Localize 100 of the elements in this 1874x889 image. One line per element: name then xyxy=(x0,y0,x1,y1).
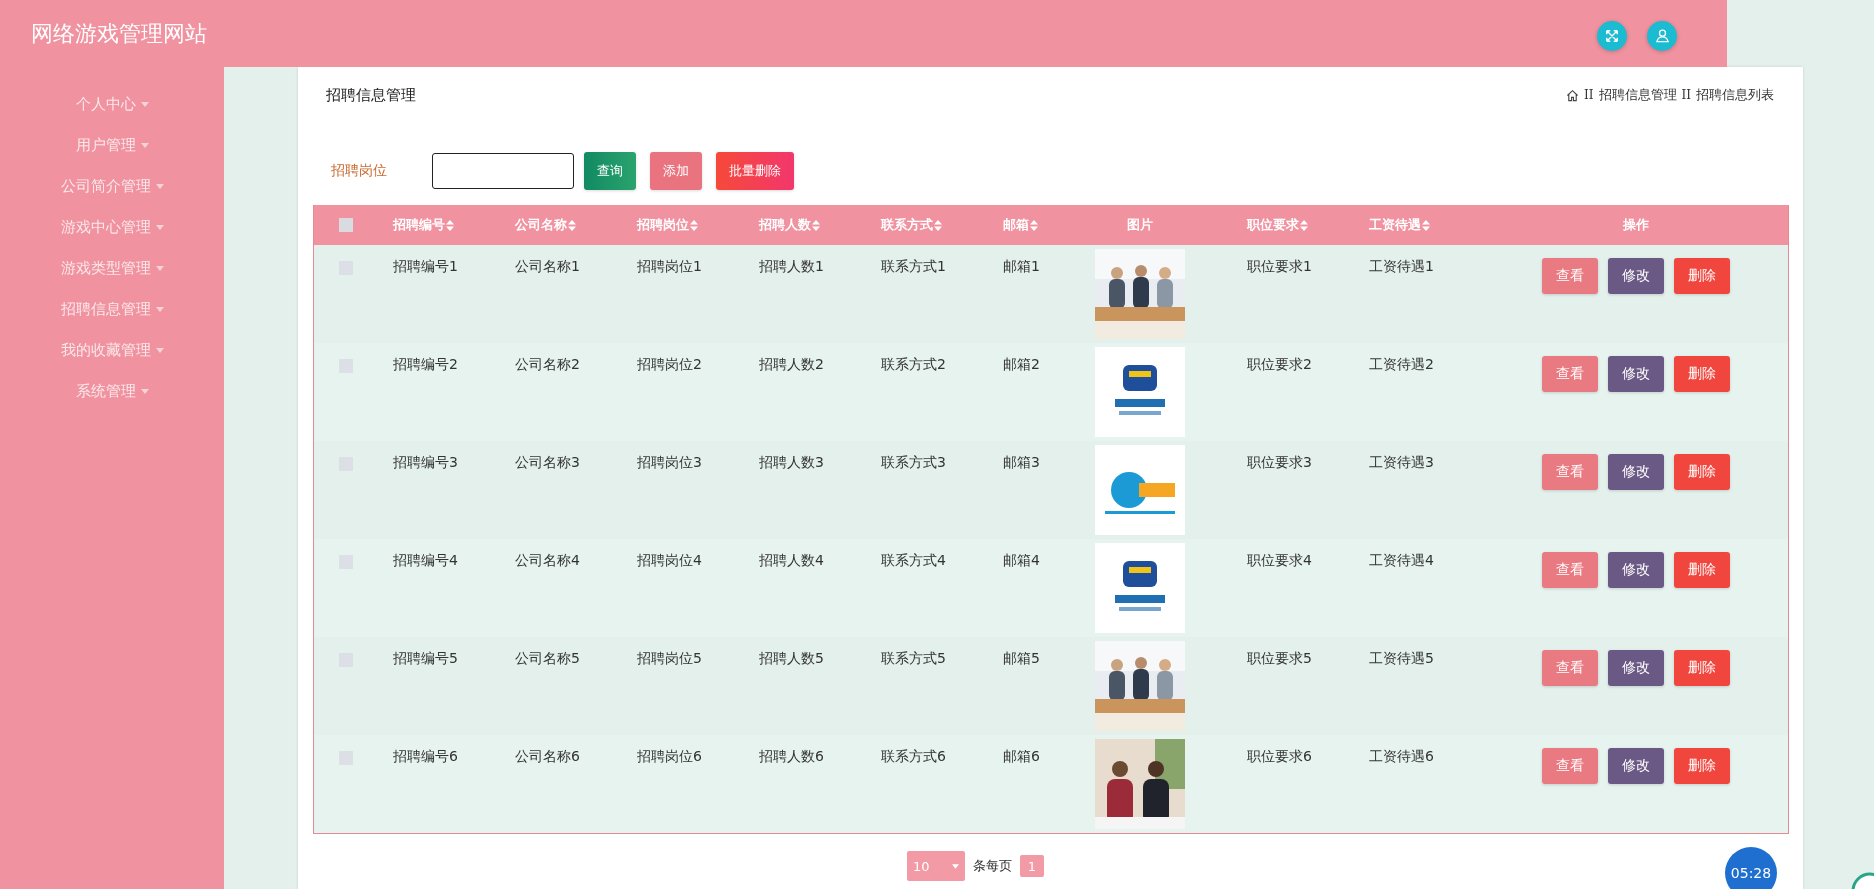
table-cell: 邮箱4 xyxy=(1003,552,1040,568)
page-size-label: 条每页 xyxy=(973,857,1012,875)
table-cell: 联系方式5 xyxy=(881,650,946,666)
row-action-button[interactable]: 修改 xyxy=(1607,552,1664,588)
row-action-button[interactable]: 查看 xyxy=(1541,650,1598,686)
table-cell: 招聘编号3 xyxy=(393,454,458,470)
breadcrumb-link[interactable]: 招聘信息列表 xyxy=(1696,86,1774,104)
sidebar-item[interactable]: 游戏类型管理 xyxy=(60,253,164,284)
table-cell: 招聘岗位5 xyxy=(637,650,702,666)
column-header[interactable]: 公司名称 xyxy=(515,216,576,234)
page-size-select[interactable]: 10 xyxy=(907,851,965,881)
row-action-button[interactable]: 删除 xyxy=(1673,748,1730,784)
table-cell: 工资待遇3 xyxy=(1369,454,1434,470)
sidebar-item[interactable]: 系统管理 xyxy=(75,376,149,407)
sort-icon[interactable] xyxy=(1300,219,1308,231)
row-action-button[interactable]: 修改 xyxy=(1607,454,1664,490)
search-field[interactable] xyxy=(432,153,574,189)
table-cell: 联系方式2 xyxy=(881,356,946,372)
row-action-button[interactable]: 删除 xyxy=(1673,356,1730,392)
table-cell: 工资待遇5 xyxy=(1369,650,1434,666)
table-cell: 邮箱2 xyxy=(1003,356,1040,372)
caret-icon xyxy=(140,143,149,148)
table-cell: 招聘岗位3 xyxy=(637,454,702,470)
row-action-button[interactable]: 修改 xyxy=(1607,356,1664,392)
table-cell: 工资待遇4 xyxy=(1369,552,1434,568)
table-cell: 公司名称2 xyxy=(515,356,580,372)
sidebar-item[interactable]: 个人中心 xyxy=(75,89,149,120)
sort-icon[interactable] xyxy=(812,219,820,231)
table-cell: 招聘人数5 xyxy=(759,650,824,666)
table-cell: 工资待遇6 xyxy=(1369,748,1434,764)
table-cell: 招聘人数6 xyxy=(759,748,824,764)
row-action-button[interactable]: 修改 xyxy=(1607,650,1664,686)
column-header[interactable]: 招聘编号 xyxy=(393,216,454,234)
table-cell: 联系方式6 xyxy=(881,748,946,764)
column-header[interactable]: 招聘岗位 xyxy=(637,216,698,234)
row-action-button[interactable]: 删除 xyxy=(1673,552,1730,588)
toolbar-button[interactable]: 批量删除 xyxy=(716,152,794,190)
table-cell: 招聘岗位1 xyxy=(637,258,702,274)
table-cell: 工资待遇2 xyxy=(1369,356,1434,372)
column-header[interactable]: 联系方式 xyxy=(881,216,942,234)
row-action-button[interactable]: 修改 xyxy=(1607,258,1664,294)
page-number[interactable]: 1 xyxy=(1020,855,1044,877)
row-action-button[interactable]: 查看 xyxy=(1541,258,1598,294)
table-cell: 公司名称4 xyxy=(515,552,580,568)
table-cell: 职位要求6 xyxy=(1247,748,1312,764)
sidebar-item[interactable]: 我的收藏管理 xyxy=(60,335,164,366)
table-cell: 招聘编号1 xyxy=(393,258,458,274)
sidebar-item[interactable]: 招聘信息管理 xyxy=(60,294,164,325)
row-action-button[interactable]: 查看 xyxy=(1541,748,1598,784)
toolbar-button[interactable]: 查询 xyxy=(584,152,636,190)
caret-icon xyxy=(140,102,149,107)
breadcrumb-link[interactable]: 招聘信息管理 xyxy=(1598,86,1677,104)
row-action-button[interactable]: 删除 xyxy=(1673,650,1730,686)
row-action-button[interactable]: 删除 xyxy=(1673,258,1730,294)
table-cell: 招聘岗位6 xyxy=(637,748,702,764)
sidebar-item[interactable]: 用户管理 xyxy=(75,130,149,161)
column-header[interactable]: 职位要求 xyxy=(1247,216,1308,234)
table-cell: 公司名称1 xyxy=(515,258,580,274)
fullscreen-icon[interactable] xyxy=(1597,20,1627,51)
toolbar-button[interactable]: 添加 xyxy=(650,152,702,190)
table-cell: 公司名称3 xyxy=(515,454,580,470)
table-cell: 公司名称5 xyxy=(515,650,580,666)
table-cell: 联系方式3 xyxy=(881,454,946,470)
breadcrumb-separator: II xyxy=(1681,88,1691,102)
table-cell: 联系方式1 xyxy=(881,258,946,274)
sort-icon[interactable] xyxy=(1422,219,1430,231)
site-title: 网络游戏管理网站 xyxy=(31,19,207,48)
row-action-button[interactable]: 查看 xyxy=(1541,356,1598,392)
row-action-button[interactable]: 查看 xyxy=(1541,552,1598,588)
sort-icon[interactable] xyxy=(568,219,576,231)
caret-icon xyxy=(155,184,164,189)
sidebar-item[interactable]: 公司简介管理 xyxy=(60,171,164,202)
column-header: 操作 xyxy=(1622,216,1649,234)
table-cell: 招聘岗位4 xyxy=(637,552,702,568)
home-icon[interactable] xyxy=(1566,88,1580,102)
sort-icon[interactable] xyxy=(1030,219,1038,231)
table-cell: 职位要求3 xyxy=(1247,454,1312,470)
table-cell: 招聘人数2 xyxy=(759,356,824,372)
table-cell: 招聘人数3 xyxy=(759,454,824,470)
table-cell: 联系方式4 xyxy=(881,552,946,568)
table-cell: 公司名称6 xyxy=(515,748,580,764)
caret-icon xyxy=(155,307,164,312)
column-header[interactable]: 招聘人数 xyxy=(759,216,820,234)
table-cell: 招聘岗位2 xyxy=(637,356,702,372)
column-header[interactable]: 邮箱 xyxy=(1003,216,1038,234)
row-action-button[interactable]: 删除 xyxy=(1673,454,1730,490)
column-header[interactable]: 工资待遇 xyxy=(1369,216,1430,234)
sort-icon[interactable] xyxy=(446,219,454,231)
row-action-button[interactable]: 查看 xyxy=(1541,454,1598,490)
sidebar-item[interactable]: 游戏中心管理 xyxy=(60,212,164,243)
caret-icon xyxy=(155,266,164,271)
table-cell: 招聘编号2 xyxy=(393,356,458,372)
table-cell: 职位要求2 xyxy=(1247,356,1312,372)
row-action-button[interactable]: 修改 xyxy=(1607,748,1664,784)
sort-icon[interactable] xyxy=(934,219,942,231)
caret-icon xyxy=(155,225,164,230)
sort-icon[interactable] xyxy=(690,219,698,231)
checkbox[interactable] xyxy=(339,218,353,232)
table-cell: 招聘编号5 xyxy=(393,650,458,666)
user-icon[interactable] xyxy=(1647,20,1677,51)
